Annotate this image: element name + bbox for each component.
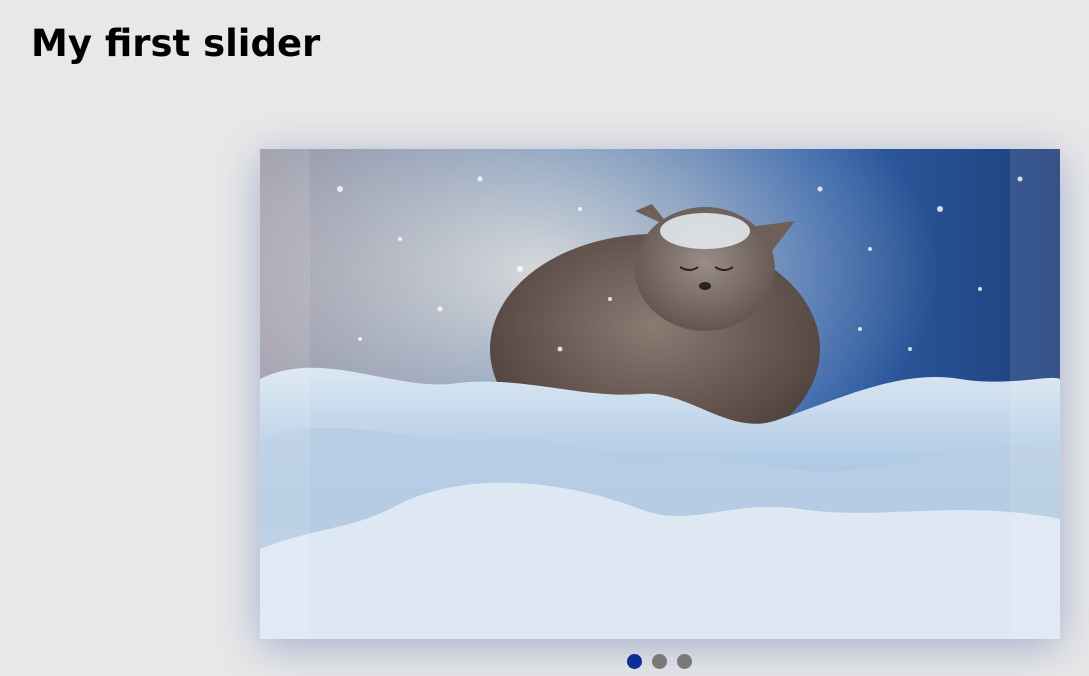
slider-next-area[interactable] xyxy=(1010,149,1060,639)
slide-image-cat-in-snow xyxy=(260,149,1060,639)
slider-dot-1[interactable] xyxy=(627,654,642,669)
slider-dot-2[interactable] xyxy=(652,654,667,669)
slider-dot-3[interactable] xyxy=(677,654,692,669)
image-slider[interactable] xyxy=(260,149,1060,639)
slider-dots xyxy=(627,654,692,669)
slider-prev-area[interactable] xyxy=(260,149,310,639)
page-title: My first slider xyxy=(31,22,321,65)
